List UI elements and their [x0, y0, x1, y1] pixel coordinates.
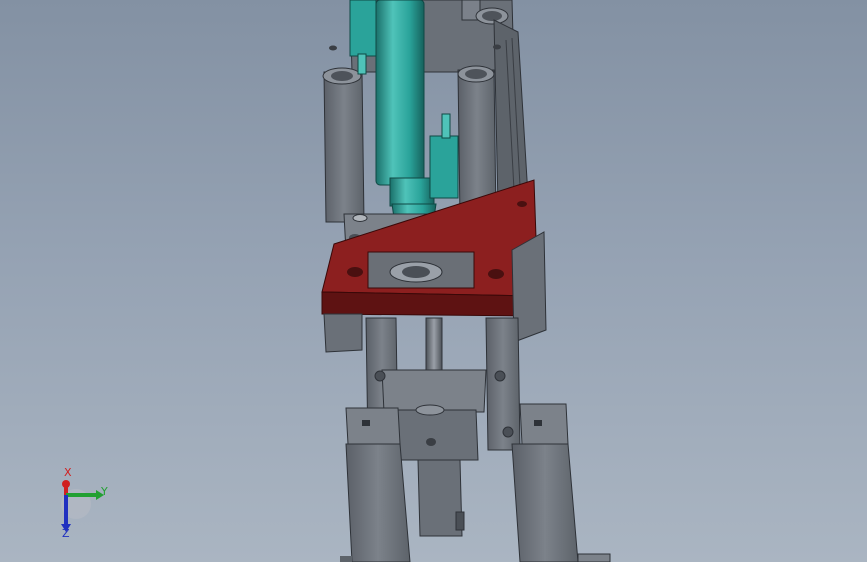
triad-x-label: X: [64, 466, 72, 479]
lower-frame: [340, 317, 611, 562]
triad-z-label: Z: [62, 527, 70, 540]
cad-viewport[interactable]: X Y Z: [0, 0, 867, 562]
triad-y-label: Y: [101, 485, 108, 498]
orientation-triad[interactable]: X Y Z: [44, 462, 124, 542]
triad-icon: [61, 480, 104, 532]
cad-model[interactable]: [0, 0, 867, 562]
